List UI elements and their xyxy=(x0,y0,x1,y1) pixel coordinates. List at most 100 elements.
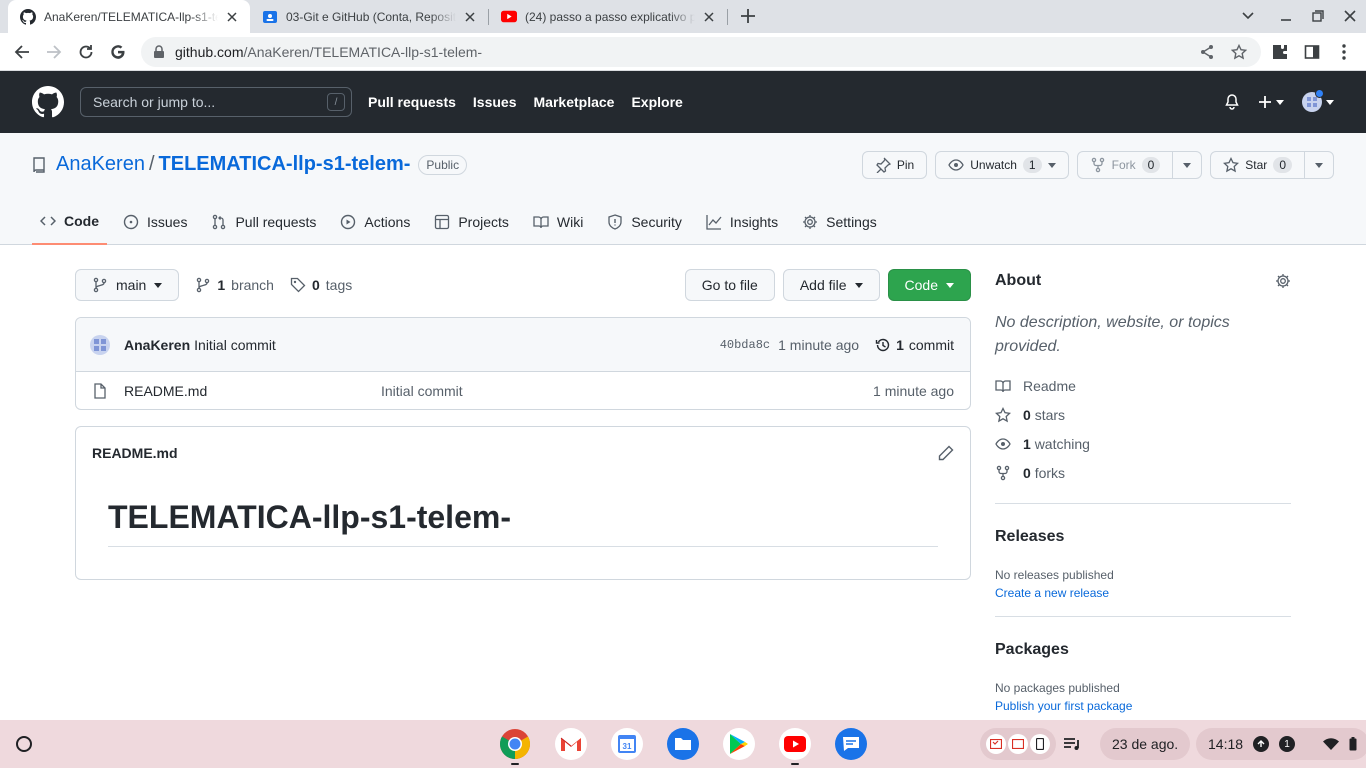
avatar[interactable] xyxy=(90,334,110,355)
side-panel-icon[interactable] xyxy=(1302,42,1322,62)
packages-heading[interactable]: Packages xyxy=(995,641,1291,659)
tab-insights[interactable]: Insights xyxy=(698,199,786,245)
youtube-app-icon[interactable] xyxy=(779,728,811,760)
branches-link[interactable]: 1 branch xyxy=(195,277,274,293)
tab-search-icon[interactable] xyxy=(1240,8,1256,24)
close-icon[interactable] xyxy=(701,9,717,25)
address-bar[interactable]: github.com/AnaKeren/TELEMATICA-llp-s1-te… xyxy=(141,37,1261,67)
fork-button[interactable]: Fork 0 xyxy=(1076,151,1203,179)
readme-filename[interactable]: README.md xyxy=(92,445,178,461)
file-row[interactable]: README.md Initial commit 1 minute ago xyxy=(76,372,970,409)
messages-icon[interactable] xyxy=(835,728,867,760)
user-avatar[interactable] xyxy=(1302,89,1334,112)
chevron-down-icon xyxy=(1183,162,1192,168)
tab-wiki[interactable]: Wiki xyxy=(525,199,591,245)
chrome-icon[interactable] xyxy=(499,728,531,760)
close-window-icon[interactable] xyxy=(1342,8,1358,24)
fork-count: 0 xyxy=(1141,157,1161,173)
fork-dropdown[interactable] xyxy=(1172,152,1201,178)
commits-link[interactable]: 1 commit xyxy=(875,337,954,353)
tab-label: Pull requests xyxy=(235,214,317,230)
stars-count: 0 xyxy=(1023,406,1031,423)
tab-settings[interactable]: Settings xyxy=(794,199,885,245)
file-commit-message[interactable]: Initial commit xyxy=(381,383,463,399)
create-release-link[interactable]: Create a new release xyxy=(995,586,1291,600)
add-file-button[interactable]: Add file xyxy=(782,269,880,301)
bookmark-star-icon[interactable] xyxy=(1231,44,1247,60)
pencil-icon[interactable] xyxy=(938,445,954,461)
star-button[interactable]: Star 0 xyxy=(1210,151,1334,179)
menu-kebab-icon[interactable] xyxy=(1334,42,1354,62)
close-icon[interactable] xyxy=(462,9,478,25)
browser-tab-classroom[interactable]: 03-Git e GitHub (Conta, Repositórios xyxy=(250,0,488,33)
nav-pull-requests[interactable]: Pull requests xyxy=(368,94,456,110)
github-nav: Pull requests Issues Marketplace Explore xyxy=(368,71,683,133)
github-logo-icon[interactable] xyxy=(32,86,64,118)
wifi-icon xyxy=(1323,738,1340,750)
back-icon[interactable] xyxy=(12,42,32,62)
browser-tab-github[interactable]: AnaKeren/TELEMATICA-llp-s1-telem- xyxy=(8,0,250,33)
repo-owner-link[interactable]: AnaKeren xyxy=(56,153,145,176)
extensions-icon[interactable] xyxy=(1270,42,1290,62)
os-shelf: 31 23 de ago. 14:18 1 xyxy=(0,720,1366,768)
tab-title: 03-Git e GitHub (Conta, Repositórios xyxy=(286,9,456,24)
commit-hash[interactable]: 40bda8c xyxy=(720,338,770,352)
watch-button[interactable]: Unwatch 1 xyxy=(935,151,1069,179)
media-controls-icon[interactable] xyxy=(1056,728,1088,760)
tab-issues[interactable]: Issues xyxy=(115,199,195,245)
minimize-icon[interactable] xyxy=(1278,8,1294,24)
forward-icon[interactable] xyxy=(44,42,64,62)
restore-icon[interactable] xyxy=(1310,8,1326,24)
releases-heading[interactable]: Releases xyxy=(995,528,1291,546)
tab-actions[interactable]: Actions xyxy=(332,199,418,245)
play-store-icon[interactable] xyxy=(723,728,755,760)
bell-icon[interactable] xyxy=(1224,94,1240,110)
tags-link[interactable]: 0 tags xyxy=(290,277,352,293)
holding-space-tray[interactable] xyxy=(980,728,1056,760)
readme-link-label: Readme xyxy=(1023,377,1076,394)
gmail-icon[interactable] xyxy=(555,728,587,760)
launcher-icon[interactable] xyxy=(8,728,40,760)
watching-link[interactable]: 1 watching xyxy=(995,429,1291,458)
lock-icon[interactable] xyxy=(153,45,165,59)
files-icon[interactable] xyxy=(667,728,699,760)
go-to-file-button[interactable]: Go to file xyxy=(684,269,775,301)
new-tab-icon[interactable] xyxy=(740,8,756,24)
tab-projects[interactable]: Projects xyxy=(426,199,517,245)
create-new-icon[interactable] xyxy=(1258,95,1284,109)
star-dropdown[interactable] xyxy=(1304,152,1333,178)
commit-message[interactable]: Initial commit xyxy=(194,337,276,353)
nav-explore[interactable]: Explore xyxy=(631,94,682,110)
close-icon[interactable] xyxy=(224,9,240,25)
tab-label: Wiki xyxy=(556,214,584,230)
status-tray[interactable]: 14:18 1 xyxy=(1196,728,1366,760)
nav-issues[interactable]: Issues xyxy=(473,94,517,110)
tab-pull-requests[interactable]: Pull requests xyxy=(203,199,324,245)
table-icon xyxy=(434,214,450,230)
google-icon[interactable] xyxy=(108,42,128,62)
readme-header: README.md xyxy=(76,427,970,479)
calendar-icon[interactable]: 31 xyxy=(611,728,643,760)
nav-marketplace[interactable]: Marketplace xyxy=(534,94,615,110)
branch-select-button[interactable]: main xyxy=(75,269,180,301)
stars-link[interactable]: 0 stars xyxy=(995,400,1291,429)
reload-icon[interactable] xyxy=(76,42,96,62)
date-tray[interactable]: 23 de ago. xyxy=(1100,728,1191,760)
tab-security[interactable]: Security xyxy=(599,199,690,245)
repo-name-link[interactable]: TELEMATICA-llp-s1-telem- xyxy=(159,153,411,176)
search-input[interactable]: Search or jump to... / xyxy=(80,87,352,117)
branch-count: 1 xyxy=(217,277,226,293)
gear-icon[interactable] xyxy=(1275,273,1291,289)
classroom-icon xyxy=(262,9,278,25)
file-name[interactable]: README.md xyxy=(124,383,381,399)
publish-package-link[interactable]: Publish your first package xyxy=(995,699,1291,713)
pin-button[interactable]: Pin xyxy=(861,151,928,179)
readme-link[interactable]: Readme xyxy=(995,371,1291,400)
file-browser: AnaKeren Initial commit 40bda8c 1 minute… xyxy=(75,317,971,410)
browser-tab-youtube[interactable]: (24) passo a passo explicativo p xyxy=(489,0,727,33)
commit-author[interactable]: AnaKeren xyxy=(124,337,190,353)
tab-code[interactable]: Code xyxy=(32,199,107,245)
forks-link[interactable]: 0 forks xyxy=(995,458,1291,487)
code-button[interactable]: Code xyxy=(887,269,971,301)
share-icon[interactable] xyxy=(1199,44,1215,60)
